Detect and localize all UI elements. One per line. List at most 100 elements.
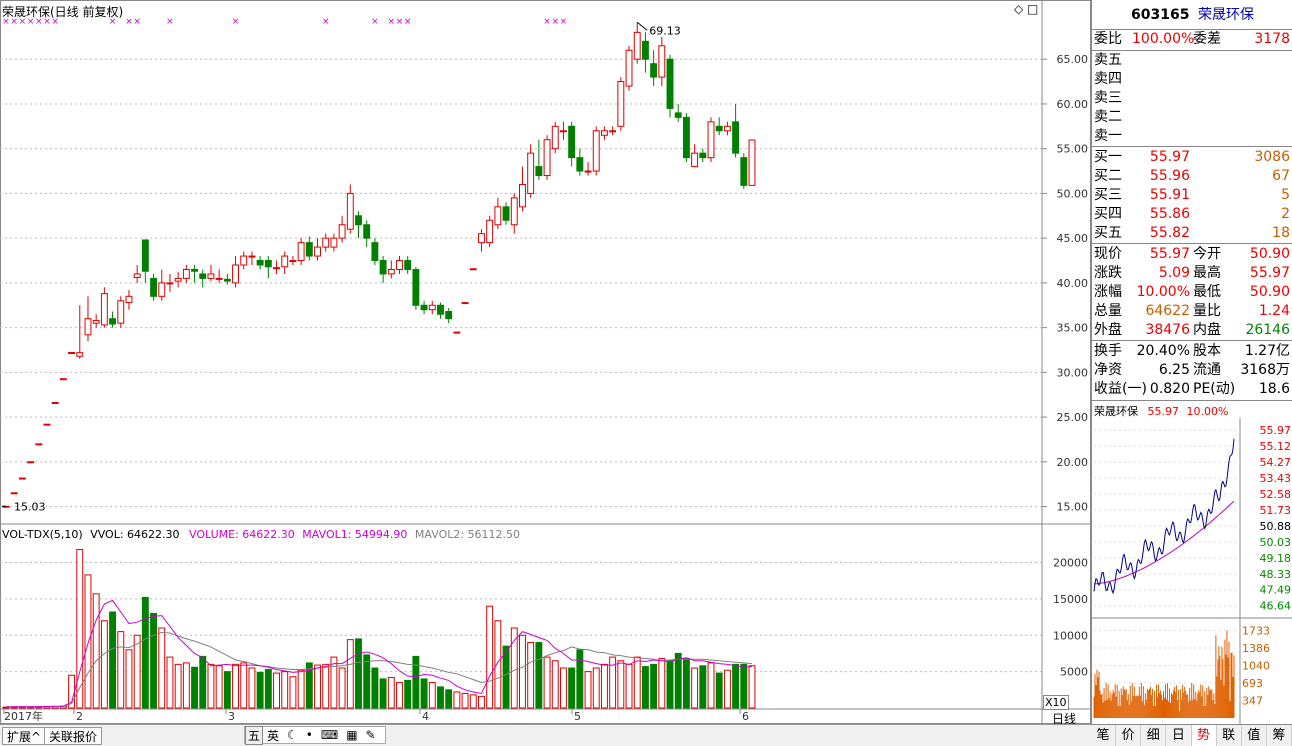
low-price-label: 15.03: [14, 500, 46, 513]
candle-body: [387, 268, 395, 275]
signal-marker: ×: [551, 17, 559, 27]
candle-body: [166, 282, 174, 285]
candle-body: [445, 311, 453, 320]
candle-body: [396, 260, 403, 270]
candle-body: [674, 112, 682, 118]
volume-bar: [576, 649, 584, 709]
volume-bar: [502, 645, 510, 709]
candle-body: [51, 402, 59, 405]
mini-price-label: 50.88: [1260, 520, 1292, 533]
candle-body: [437, 304, 444, 315]
x10-label[interactable]: X10: [1043, 695, 1069, 710]
volume-bar: [387, 676, 395, 709]
quote-tab[interactable]: 筹: [1267, 725, 1292, 746]
mini-vol-label: 1040: [1242, 659, 1270, 672]
price-tick-label: 60.00: [1057, 98, 1089, 111]
signal-marker: ×: [27, 17, 35, 27]
stock-name: 荣晟环保: [1197, 7, 1254, 23]
signal-marker: ×: [166, 17, 174, 27]
volume-tick-label: 20000: [1053, 557, 1088, 570]
ime-settings-icon[interactable]: ✎: [362, 728, 380, 742]
ask-row: 卖三: [1092, 89, 1292, 108]
related-quote-button[interactable]: 关联报价: [44, 727, 103, 745]
volume-bar: [494, 620, 502, 709]
mini-vol-label: 347: [1242, 694, 1263, 707]
candle-body: [617, 81, 625, 127]
quote-tab[interactable]: 值: [1242, 725, 1267, 746]
ask-label: 卖五: [1094, 52, 1122, 68]
signal-marker: ×: [560, 17, 568, 27]
candle-body: [207, 273, 215, 279]
volume-bar: [600, 663, 608, 709]
quote-tab[interactable]: 日: [1166, 725, 1192, 746]
volume-bar: [314, 664, 321, 709]
candle-body: [92, 319, 100, 324]
candle-body: [363, 224, 371, 239]
x-tick-label: 4: [422, 710, 429, 723]
volume-bar: [191, 666, 199, 709]
candle-body: [650, 63, 658, 78]
volume-bar: [289, 676, 297, 709]
ime-wu-icon[interactable]: 五: [245, 725, 264, 745]
ime-dot-icon[interactable]: •: [302, 728, 317, 742]
price-tick-label: 25.00: [1057, 411, 1089, 424]
signal-marker: ×: [43, 17, 51, 27]
ime-ying-icon[interactable]: 英: [263, 727, 283, 744]
volume-bar: [592, 667, 600, 709]
mini-price-label: 55.12: [1260, 440, 1292, 453]
ime-moon-icon[interactable]: ☾: [283, 728, 302, 742]
ime-keyboard-icon[interactable]: ⌨: [317, 728, 342, 742]
candle-body: [486, 219, 494, 244]
signal-marker: ×: [232, 17, 240, 27]
candle-body: [248, 255, 256, 258]
volume-bar: [273, 672, 280, 709]
volume-tick-label: 10000: [1053, 629, 1088, 642]
bid-price: 55.97: [1149, 149, 1190, 165]
volume-bar: [617, 660, 625, 709]
volume-bar: [256, 671, 264, 709]
candle-body: [707, 121, 715, 159]
candle-body: [715, 125, 723, 132]
bid-row: 买五 55.82 18: [1092, 224, 1292, 243]
volume-bar: [396, 682, 403, 709]
volume-bar: [166, 656, 174, 709]
x-tick-label: 6: [742, 710, 749, 723]
candle-body: [27, 461, 35, 464]
candle-body: [174, 277, 182, 282]
expand-button[interactable]: 扩展^: [2, 727, 47, 745]
quote-panel: 603165 荣晟环保 委比 100.00% 委差 3178 卖五 卖四 卖三 卖二卖…: [1091, 0, 1292, 746]
quote-tab[interactable]: 笔: [1091, 725, 1117, 746]
price-volume-chart[interactable]: 65.00 60.00 55.00 50.00 45.00 40.00 35.00 30.00…: [0, 0, 1091, 724]
stat-label: 今开: [1193, 246, 1221, 262]
mini-price-label: 53.43: [1260, 472, 1292, 485]
candle-body: [658, 45, 666, 78]
stat-label: 涨跌: [1094, 265, 1122, 281]
volume-bar: [437, 686, 444, 709]
ask-row: 卖一: [1092, 127, 1292, 146]
stock-chart-window: { "chart_header": { "title": "荣晟环保(日线 前复…: [0, 0, 1292, 746]
quote-tab[interactable]: 联: [1217, 725, 1242, 746]
x-tick-label: 3: [228, 710, 235, 723]
signal-marker: ×: [543, 17, 551, 27]
quote-tab[interactable]: 势: [1191, 725, 1217, 746]
candle-body: [404, 260, 412, 270]
volume-bar: [150, 612, 158, 709]
candle-body: [158, 282, 166, 297]
signal-marker: ×: [19, 17, 27, 27]
candle-body: [141, 239, 149, 272]
volume-bar: [355, 638, 362, 709]
fund-value: 6.25: [1158, 362, 1190, 378]
ime-skin-icon[interactable]: ▦: [342, 728, 361, 742]
signal-marker: ×: [322, 17, 330, 27]
stat-value: 10.00%: [1136, 284, 1190, 300]
bid-label: 买一: [1094, 149, 1122, 165]
quote-tab[interactable]: 价: [1116, 725, 1142, 746]
quote-tab[interactable]: 细: [1141, 725, 1167, 746]
stat-label: 量比: [1193, 303, 1221, 319]
volume-bar: [559, 667, 567, 709]
volume-bar: [297, 669, 305, 709]
signal-marker: ×: [125, 17, 133, 27]
intraday-mini-chart[interactable]: 55.97 55.12 54.27 53.43 52.58 51.73 50.88 50.03…: [1092, 418, 1292, 724]
ask-row: 卖四: [1092, 70, 1292, 89]
fund-value: 18.6: [1258, 381, 1290, 397]
